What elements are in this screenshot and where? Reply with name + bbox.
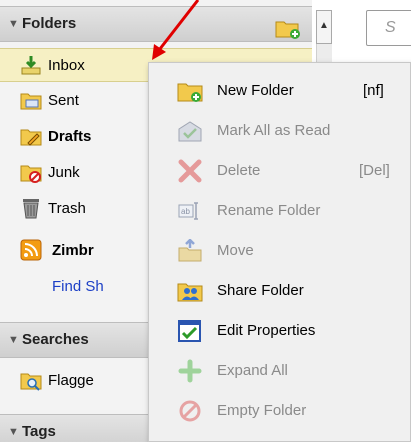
tree-item-label: Inbox: [48, 57, 85, 74]
menu-item-empty-folder[interactable]: Empty Folder: [149, 391, 411, 431]
menu-item-new-folder[interactable]: New Folder [nf]: [149, 71, 411, 111]
rss-icon: [20, 239, 42, 261]
searches-header-label: Searches: [22, 331, 89, 348]
inbox-icon: [21, 56, 41, 75]
menu-item-mark-all-read[interactable]: Mark All as Read: [149, 111, 411, 151]
menu-item-move[interactable]: Move: [149, 231, 411, 271]
mark-read-icon: [178, 121, 202, 142]
menu-item-edit-properties[interactable]: Edit Properties: [149, 311, 411, 351]
menu-item-label: Delete: [217, 162, 261, 179]
collapse-triangle-icon[interactable]: ▼: [8, 18, 19, 30]
menu-item-label: Mark All as Read: [217, 122, 331, 139]
junk-icon: [20, 165, 42, 183]
annotation-arrow-icon: [152, 0, 200, 60]
menu-item-shortcut: [Del]: [359, 162, 390, 179]
tree-item-label: Junk: [48, 164, 80, 181]
collapse-triangle-icon[interactable]: ▼: [8, 426, 19, 438]
menu-item-shortcut: [nf]: [363, 82, 384, 99]
new-folder-icon: [177, 83, 203, 102]
rename-icon: ab: [178, 202, 198, 220]
share-folder-icon: [177, 283, 203, 302]
menu-item-label: Share Folder: [217, 282, 304, 299]
menu-item-expand-all[interactable]: Expand All: [149, 351, 411, 391]
menu-item-label: Rename Folder: [217, 202, 321, 219]
folder-context-menu: New Folder [nf] Mark All as Read Delete …: [148, 62, 411, 442]
tree-item-label: Trash: [48, 200, 86, 217]
search-folder-icon: [20, 373, 42, 391]
menu-item-rename-folder[interactable]: ab Rename Folder: [149, 191, 411, 231]
menu-item-label: Empty Folder: [217, 402, 307, 419]
menu-item-share-folder[interactable]: Share Folder: [149, 271, 411, 311]
scroll-up-arrow-icon: ▲: [319, 20, 329, 31]
search-placeholder: S: [385, 19, 396, 36]
sent-icon: [20, 93, 42, 110]
tree-item-label: Drafts: [48, 128, 92, 145]
empty-folder-icon: [179, 400, 201, 422]
tree-item-label: Sent: [48, 92, 79, 109]
edit-properties-icon: [178, 320, 201, 342]
tags-header-label: Tags: [22, 423, 56, 440]
menu-item-label: Move: [217, 242, 254, 259]
menu-item-label: Edit Properties: [217, 322, 316, 339]
new-folder-button[interactable]: [274, 16, 302, 40]
collapse-triangle-icon[interactable]: ▼: [8, 334, 19, 346]
menu-item-delete[interactable]: Delete [Del]: [149, 151, 411, 191]
delete-icon: [178, 159, 202, 183]
drafts-icon: [20, 129, 42, 146]
new-folder-icon: [275, 21, 300, 39]
scroll-up-button[interactable]: ▲: [316, 10, 332, 44]
tree-item-label: Flagge: [48, 372, 94, 389]
search-input[interactable]: S: [366, 10, 411, 46]
folders-header-label: Folders: [22, 15, 77, 32]
svg-text:ab: ab: [181, 207, 190, 216]
trash-icon: [23, 199, 39, 219]
find-shares-label[interactable]: Find Sh: [52, 278, 104, 295]
move-icon: [178, 239, 202, 262]
tree-item-label: Zimbr: [52, 242, 94, 259]
menu-item-label: Expand All: [217, 362, 288, 379]
expand-all-icon: [178, 359, 202, 383]
menu-item-label: New Folder: [217, 82, 294, 99]
